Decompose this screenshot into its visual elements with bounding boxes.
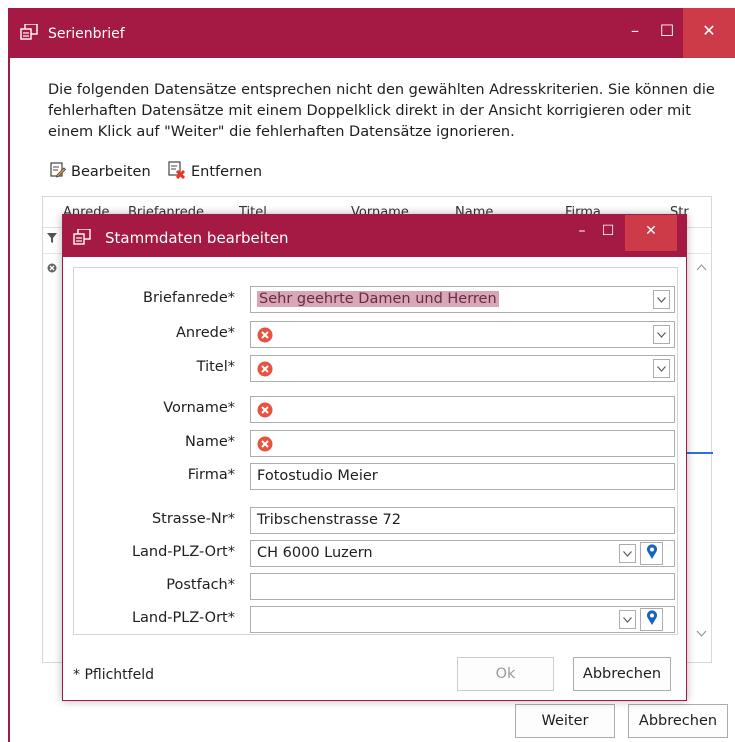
titel-label: Titel* — [196, 359, 235, 375]
row-error-icon — [47, 263, 57, 276]
edit-label: Bearbeiten — [71, 164, 151, 180]
chevron-down-icon[interactable] — [619, 544, 636, 563]
firma-label: Firma* — [187, 467, 235, 483]
dialog-titlebar[interactable]: Stammdaten bearbeiten – ☐ ✕ — [63, 215, 686, 257]
dialog-cancel-button[interactable]: Abbrechen — [573, 657, 671, 691]
map-pin-button[interactable] — [640, 608, 663, 631]
scroll-down-icon[interactable] — [696, 627, 707, 640]
remove-icon — [168, 161, 191, 183]
remove-button[interactable]: Entfernen — [168, 161, 262, 183]
map-pin-icon — [646, 609, 658, 630]
dialog-close-button[interactable]: ✕ — [625, 215, 677, 251]
titel-select[interactable] — [250, 355, 675, 382]
vorname-input[interactable] — [250, 396, 675, 423]
firma-input[interactable]: Fotostudio Meier — [250, 463, 675, 490]
chevron-down-icon[interactable] — [619, 610, 636, 629]
strasse-value: Tribschenstrasse 72 — [257, 512, 401, 528]
land-plz-ort-value: CH 6000 Luzern — [257, 545, 373, 561]
outer-top-strip — [0, 0, 735, 6]
firma-value: Fotostudio Meier — [257, 468, 378, 484]
form-panel: Briefanrede* Sehr geehrte Damen und Herr… — [73, 267, 678, 635]
dialog-app-icon — [73, 228, 91, 249]
land-plz-ort-2-label: Land-PLZ-Ort* — [131, 610, 235, 626]
error-circle-icon — [257, 436, 273, 456]
anrede-label: Anrede* — [175, 325, 235, 341]
land-plz-ort-2-select[interactable] — [250, 606, 675, 633]
chevron-down-icon[interactable] — [653, 325, 670, 344]
close-button[interactable]: ✕ — [683, 8, 735, 58]
required-field-note: * Pflichtfeld — [73, 667, 154, 683]
remove-label: Entfernen — [191, 164, 263, 180]
dialog-title: Stammdaten bearbeiten — [105, 229, 289, 247]
postfach-label: Postfach* — [166, 577, 235, 593]
app-icon — [20, 23, 38, 44]
map-pin-icon — [646, 543, 658, 564]
anrede-select[interactable] — [250, 321, 675, 348]
error-circle-icon — [257, 327, 273, 347]
vorname-label: Vorname* — [163, 400, 235, 416]
next-button[interactable]: Weiter — [515, 704, 615, 738]
map-pin-button[interactable] — [640, 542, 663, 565]
edit-icon — [50, 162, 71, 182]
error-circle-icon — [257, 361, 273, 381]
chevron-down-icon[interactable] — [653, 359, 670, 378]
land-plz-ort-label: Land-PLZ-Ort* — [131, 544, 235, 560]
dialog-maximize-button[interactable]: ☐ — [589, 215, 627, 251]
edit-master-data-dialog[interactable]: Stammdaten bearbeiten – ☐ ✕ Briefanrede*… — [62, 214, 687, 701]
land-plz-ort-select[interactable]: CH 6000 Luzern — [250, 540, 675, 567]
name-input[interactable] — [250, 430, 675, 457]
outer-titlebar[interactable]: Serienbrief – ☐ ✕ — [8, 8, 735, 58]
error-circle-icon — [257, 402, 273, 422]
intro-text: Die folgenden Datensätze entsprechen nic… — [48, 82, 715, 140]
filter-icon[interactable] — [47, 233, 57, 246]
strasse-input[interactable]: Tribschenstrasse 72 — [250, 507, 675, 534]
chevron-down-icon[interactable] — [653, 290, 670, 309]
window-title: Serienbrief — [48, 26, 125, 42]
name-label: Name* — [184, 434, 235, 450]
briefanrede-select[interactable]: Sehr geehrte Damen und Herren — [250, 286, 675, 313]
strasse-label: Strasse-Nr* — [151, 511, 235, 527]
scroll-up-icon[interactable] — [696, 261, 707, 274]
outer-cancel-button[interactable]: Abbrechen — [628, 704, 728, 738]
ok-button[interactable]: Ok — [457, 657, 554, 691]
briefanrede-value: Sehr geehrte Damen und Herren — [257, 291, 499, 307]
briefanrede-label: Briefanrede* — [143, 290, 235, 306]
edit-button[interactable]: Bearbeiten — [50, 161, 151, 183]
postfach-input[interactable] — [250, 573, 675, 600]
